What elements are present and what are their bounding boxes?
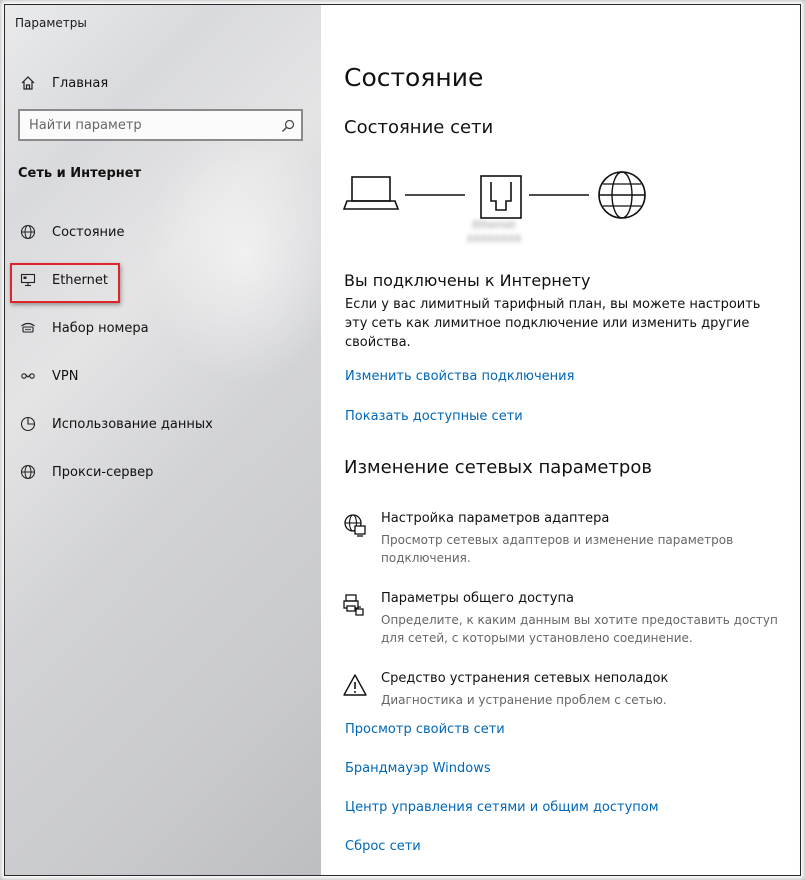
ethernet-highlight-box — [10, 263, 120, 303]
search-input[interactable] — [20, 116, 271, 134]
option-title: Настройка параметров адаптера — [381, 511, 610, 526]
sidebar-item-label: Использование данных — [52, 416, 213, 432]
internet-globe-icon — [598, 171, 646, 219]
show-available-networks-link[interactable]: Показать доступные сети — [345, 409, 523, 424]
view-network-properties-link[interactable]: Просмотр свойств сети — [345, 722, 505, 737]
data-usage-icon — [19, 415, 37, 433]
laptop-icon — [343, 176, 400, 210]
connected-text: Если у вас лимитный тарифный план, вы мо… — [345, 297, 761, 350]
sharing-icon — [343, 593, 367, 617]
vpn-icon — [19, 367, 37, 385]
home-icon — [19, 74, 37, 92]
option-description: Диагностика и устранение проблем с сетью… — [381, 693, 667, 707]
search-box[interactable] — [18, 109, 303, 141]
sidebar-item-label: Состояние — [52, 224, 125, 240]
page-title: Состояние — [344, 63, 484, 92]
main-content: Состояние Состояние сети Ethernet XXXXXX… — [321, 5, 800, 875]
option-description: Просмотр сетевых адаптеров и изменение п… — [381, 533, 734, 565]
sidebar-item-vpn[interactable]: VPN — [19, 361, 309, 391]
change-settings-heading: Изменение сетевых параметров — [344, 457, 652, 478]
network-status-heading: Состояние сети — [344, 117, 494, 138]
warning-icon — [343, 673, 367, 697]
globe-icon — [19, 223, 37, 241]
option-description: Определите, к каким данным вы хотите пре… — [381, 613, 778, 645]
sidebar-item-data-usage[interactable]: Использование данных — [19, 409, 309, 439]
sidebar: Параметры Главная Сеть и Интернет Состоя… — [5, 5, 345, 875]
ethernet-port-icon — [480, 175, 522, 219]
windows-firewall-link[interactable]: Брандмауэр Windows — [345, 761, 491, 776]
sidebar-item-label: Прокси-сервер — [52, 464, 154, 480]
globe-icon — [19, 463, 37, 481]
nav-home[interactable]: Главная — [19, 69, 309, 97]
change-connection-properties-link[interactable]: Изменить свойства подключения — [345, 369, 574, 384]
adapter-name-blurred: Ethernet XXXXXXXX — [466, 220, 522, 245]
option-title: Средство устранения сетевых неполадок — [381, 671, 669, 686]
option-title: Параметры общего доступа — [381, 591, 574, 606]
sidebar-item-proxy[interactable]: Прокси-сервер — [19, 457, 309, 487]
app-title: Параметры — [15, 16, 87, 30]
section-title: Сеть и Интернет — [18, 166, 142, 181]
sidebar-item-label: VPN — [52, 368, 79, 384]
connected-heading: Вы подключены к Интернету — [344, 271, 591, 290]
dialup-icon — [19, 319, 37, 337]
sidebar-item-status[interactable]: Состояние — [19, 217, 309, 247]
sidebar-item-label: Набор номера — [52, 320, 149, 336]
settings-window: Параметры Главная Сеть и Интернет Состоя… — [4, 4, 801, 876]
network-sharing-center-link[interactable]: Центр управления сетями и общим доступом — [345, 800, 659, 815]
sidebar-item-dialup[interactable]: Набор номера — [19, 313, 309, 343]
adapter-icon — [343, 513, 367, 537]
network-reset-link[interactable]: Сброс сети — [345, 839, 421, 854]
nav-home-label: Главная — [52, 75, 109, 91]
search-icon[interactable] — [281, 118, 295, 132]
